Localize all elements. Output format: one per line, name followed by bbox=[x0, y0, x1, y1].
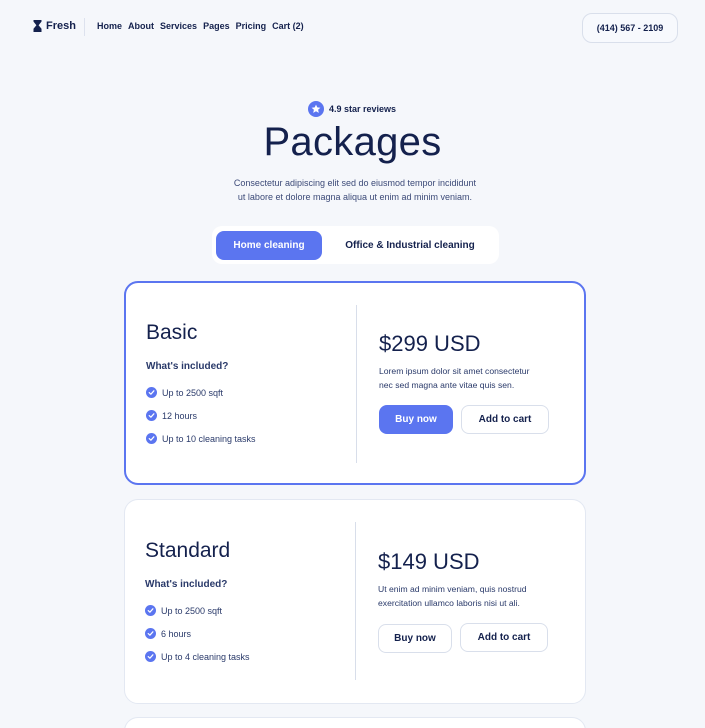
buy-now-button[interactable]: Buy now bbox=[378, 624, 452, 653]
page-subtitle: Consectetur adipiscing elit sed do eiusm… bbox=[200, 177, 510, 204]
feature-label: Up to 10 cleaning tasks bbox=[162, 433, 256, 444]
header-divider bbox=[84, 18, 85, 36]
nav-about[interactable]: About bbox=[128, 21, 154, 31]
check-icon bbox=[146, 433, 157, 444]
nav-home[interactable]: Home bbox=[97, 21, 122, 31]
logo-icon bbox=[33, 20, 42, 32]
plan-description: Lorem ipsum dolor sit amet consectetur n… bbox=[379, 364, 569, 392]
feature-label: Up to 4 cleaning tasks bbox=[161, 651, 250, 662]
buy-now-button[interactable]: Buy now bbox=[379, 405, 453, 434]
feature-item: Up to 4 cleaning tasks bbox=[145, 645, 250, 668]
description-line-1: Lorem ipsum dolor sit amet consectetur bbox=[379, 366, 530, 376]
header: Fresh Home About Services Pages Pricing … bbox=[0, 0, 705, 56]
description-line-1: Ut enim ad minim veniam, quis nostrud bbox=[378, 584, 527, 594]
feature-item: 6 hours bbox=[145, 622, 250, 645]
plan-description: Ut enim ad minim veniam, quis nostrud ex… bbox=[378, 582, 568, 610]
feature-label: 12 hours bbox=[162, 410, 198, 421]
plan-price: $299 USD bbox=[379, 331, 481, 356]
tab-home-cleaning[interactable]: Home cleaning bbox=[216, 231, 322, 260]
check-icon bbox=[146, 410, 157, 421]
main-nav: Home About Services Pages Pricing Cart (… bbox=[97, 21, 304, 31]
description-line-2: nec sed magna ante vitae quis sen. bbox=[379, 380, 515, 390]
feature-item: Up to 2500 sqft bbox=[145, 599, 250, 622]
check-icon bbox=[145, 651, 156, 662]
card-divider bbox=[356, 305, 357, 463]
nav-cart[interactable]: Cart (2) bbox=[272, 21, 304, 31]
description-line-2: exercitation ullamco laboris nisi ut ali… bbox=[378, 598, 520, 608]
add-to-cart-button[interactable]: Add to cart bbox=[461, 405, 549, 434]
star-icon bbox=[308, 101, 324, 117]
plan-name: Standard bbox=[145, 539, 231, 562]
feature-label: Up to 2500 sqft bbox=[162, 387, 224, 398]
feature-item: 12 hours bbox=[146, 404, 256, 427]
tab-office-industrial-cleaning[interactable]: Office & Industrial cleaning bbox=[326, 231, 494, 260]
subtitle-line-1: Consectetur adipiscing elit sed do eiusm… bbox=[233, 178, 477, 188]
subtitle-line-2: ut labore et dolore magna aliqua ut enim… bbox=[237, 191, 473, 202]
card-divider bbox=[355, 522, 356, 680]
plan-card-basic: Basic What's included? Up to 2500 sqft 1… bbox=[124, 281, 586, 485]
rating-badge: 4.9 star reviews bbox=[308, 101, 396, 117]
check-icon bbox=[146, 387, 157, 398]
included-heading: What's included? bbox=[145, 579, 228, 590]
plan-card-partial bbox=[124, 717, 586, 728]
logo[interactable]: Fresh bbox=[33, 20, 76, 32]
feature-item: Up to 2500 sqft bbox=[146, 381, 256, 404]
page-title: Packages bbox=[263, 120, 442, 164]
check-icon bbox=[145, 605, 156, 616]
nav-pages[interactable]: Pages bbox=[203, 21, 230, 31]
check-icon bbox=[145, 628, 156, 639]
page: Fresh Home About Services Pages Pricing … bbox=[0, 0, 705, 728]
feature-list: Up to 2500 sqft 12 hours Up to 10 cleani… bbox=[146, 381, 256, 450]
package-tabs: Home cleaning Office & Industrial cleani… bbox=[212, 226, 499, 264]
feature-label: Up to 2500 sqft bbox=[161, 605, 223, 616]
add-to-cart-button[interactable]: Add to cart bbox=[460, 623, 548, 652]
feature-item: Up to 10 cleaning tasks bbox=[146, 427, 256, 450]
rating-text: 4.9 star reviews bbox=[329, 104, 397, 114]
plan-card-standard: Standard What's included? Up to 2500 sqf… bbox=[124, 499, 586, 704]
plan-name: Basic bbox=[146, 321, 198, 344]
feature-label: 6 hours bbox=[161, 628, 192, 639]
plan-price: $149 USD bbox=[378, 549, 480, 574]
logo-text: Fresh bbox=[46, 20, 76, 32]
included-heading: What's included? bbox=[146, 361, 229, 372]
nav-services[interactable]: Services bbox=[160, 21, 197, 31]
feature-list: Up to 2500 sqft 6 hours Up to 4 cleaning… bbox=[145, 599, 250, 668]
nav-pricing[interactable]: Pricing bbox=[236, 21, 267, 31]
phone-button[interactable]: (414) 567 - 2109 bbox=[582, 13, 678, 43]
